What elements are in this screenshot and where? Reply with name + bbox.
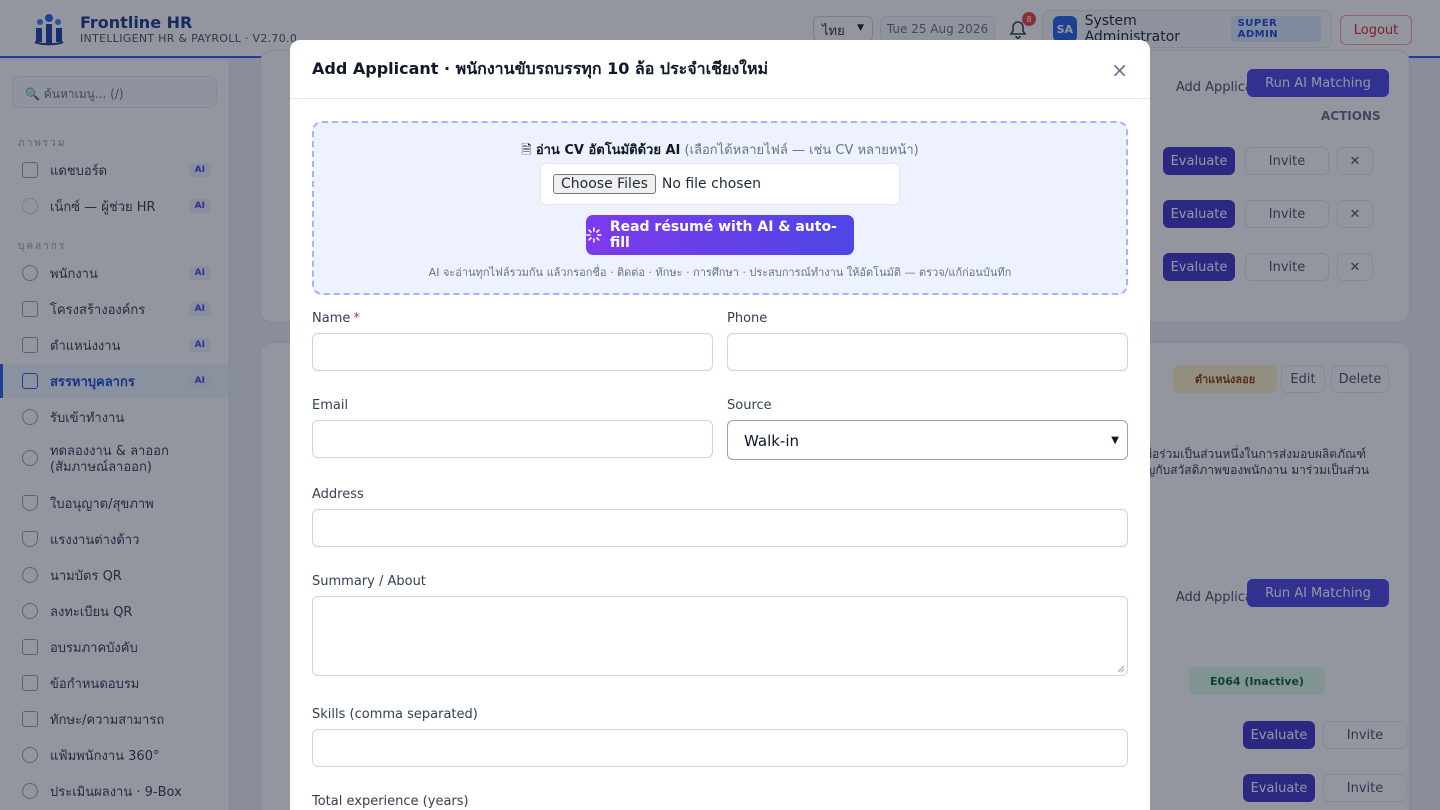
read-resume-ai-button[interactable]: Read résumé with AI & auto-fill [586,215,854,255]
address-label: Address [312,487,364,502]
summary-textarea[interactable] [312,596,1128,676]
phone-field[interactable] [727,333,1128,371]
email-label: Email [312,398,349,413]
required-mark: * [353,311,360,326]
spinner-icon [586,227,602,243]
name-label: Name * [312,311,360,326]
resize-handle-icon[interactable] [1117,665,1125,673]
add-applicant-modal: Add Applicant · พนักงานขับรถบรรทุก 10 ล้… [290,40,1150,810]
button-label: Read résumé with AI & auto-fill [609,219,837,251]
cv-dropzone[interactable]: 🗎 อ่าน CV อัตโนมัติด้วย AI (เลือกได้หลาย… [312,121,1128,295]
close-icon[interactable]: × [1111,58,1128,82]
choose-files-button[interactable]: Choose Files [553,174,656,194]
name-field[interactable] [312,333,713,371]
source-value: Walk-in [744,432,800,450]
source-label: Source [727,398,772,413]
modal-title: Add Applicant · พนักงานขับรถบรรทุก 10 ล้… [312,58,769,78]
modal-header: Add Applicant · พนักงานขับรถบรรทุก 10 ล้… [290,40,1150,99]
chevron-down-icon: ▼ [1111,435,1119,446]
email-field[interactable] [312,420,713,458]
file-status: No file chosen [661,176,762,192]
summary-label: Summary / About [312,574,426,589]
address-field[interactable] [312,509,1128,547]
skills-label: Skills (comma separated) [312,707,478,722]
ai-hint: AI จะอ่านทุกไฟล์รวมกัน แล้วกรอกชื่อ · ติ… [428,266,1012,279]
phone-label: Phone [727,311,768,326]
cv-note: (เลือกได้หลายไฟล์ — เช่น CV หลายหน้า) [684,143,919,158]
cv-heading-text: อ่าน CV อัตโนมัติด้วย AI [535,143,681,158]
document-icon: 🗎 [521,143,532,158]
experience-label: Total experience (years) [312,794,469,809]
label-text: Name [312,311,351,326]
file-input[interactable]: Choose Files No file chosen [540,163,900,205]
cv-heading: 🗎 อ่าน CV อัตโนมัติด้วย AI (เลือกได้หลาย… [314,139,1126,163]
skills-field[interactable] [312,729,1128,767]
source-select[interactable]: Walk-in ▼ [727,420,1128,460]
